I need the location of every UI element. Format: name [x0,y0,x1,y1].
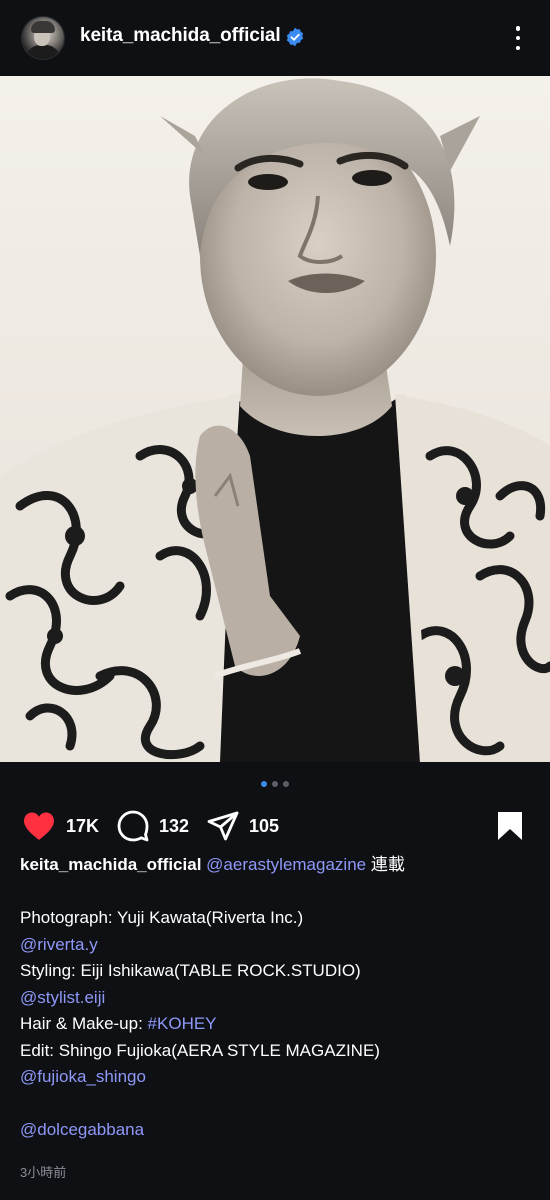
post-photo[interactable] [0,76,550,762]
share-action[interactable]: 105 [207,806,279,846]
caption-mention[interactable]: @aerastylemagazine [206,855,366,874]
heart-icon[interactable] [22,811,56,841]
like-action[interactable]: 17K [22,806,99,846]
post-timestamp: 3小時前 [20,1165,67,1180]
comment-icon[interactable] [117,810,149,842]
carousel-dot-2 [272,781,278,787]
send-icon[interactable] [207,810,239,842]
carousel-dot-1 [261,781,267,787]
caption-mention[interactable]: @dolcegabbana [20,1117,530,1144]
save-action[interactable] [496,806,524,846]
caption-mention[interactable]: @riverta.y [20,932,530,959]
carousel-indicator [0,781,550,787]
more-options-icon[interactable] [506,24,530,52]
caption-line: Hair & Make-up: #KOHEY [20,1011,530,1038]
caption-line: Styling: Eiji Ishikawa(TABLE ROCK.STUDIO… [20,961,361,980]
caption-author[interactable]: keita_machida_official [20,855,201,874]
caption-hashtag[interactable]: #KOHEY [148,1014,217,1033]
caption-label: Hair & Make-up: [20,1014,148,1033]
header-username[interactable]: keita_machida_official [80,25,281,47]
comment-action[interactable]: 132 [117,806,189,846]
comment-count: 132 [159,815,190,836]
profile-avatar[interactable] [22,17,64,59]
caption-line: Photograph: Yuji Kawata(Riverta Inc.) [20,908,304,927]
caption-first-line: keita_machida_official @aerastylemagazin… [20,852,530,879]
carousel-dot-3 [283,781,289,787]
like-count: 17K [66,815,100,836]
bookmark-icon[interactable] [496,810,524,842]
caption-first-suffix: 連載 [366,855,405,874]
portrait-image [0,76,550,762]
post-actions: 17K 132 105 [0,806,550,846]
caption-mention[interactable]: @stylist.eiji [20,985,530,1012]
verified-badge-icon [286,27,304,47]
post-caption: keita_machida_official @aerastylemagazin… [20,852,530,1144]
caption-line: Edit: Shingo Fujioka(AERA STYLE MAGAZINE… [20,1040,380,1060]
post-header: keita_machida_official [0,0,550,76]
caption-mention[interactable]: @fujioka_shingo [20,1064,530,1091]
share-count: 105 [249,815,280,836]
